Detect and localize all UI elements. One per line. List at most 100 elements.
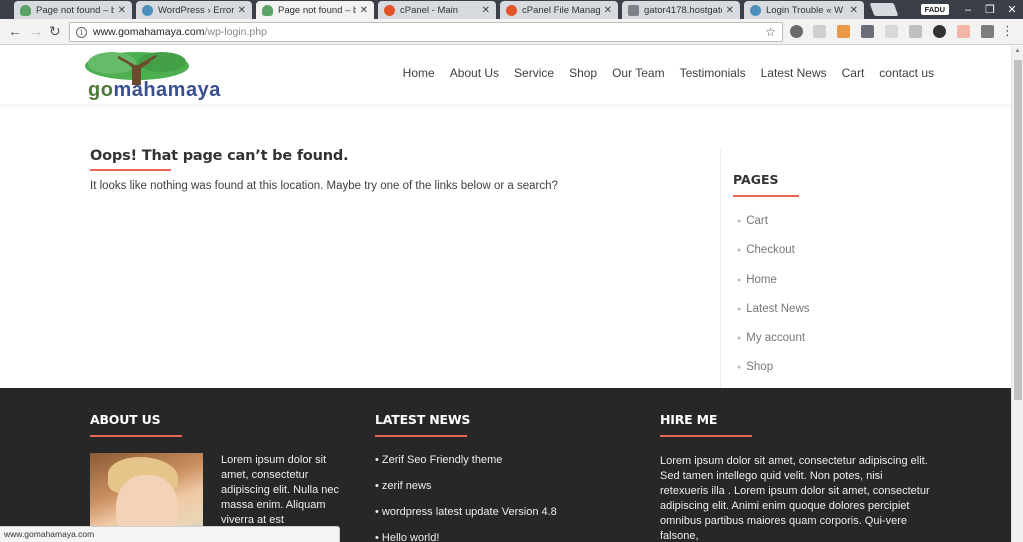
sidebar-item-cart[interactable]: ● Cart [737,215,810,244]
nav-service[interactable]: Service [514,66,554,80]
gear-extension-icon[interactable] [933,25,946,38]
tab-title: Page not found – b [36,4,114,16]
site-footer: ABOUT US Lorem ipsum dolor sit amet, con… [0,388,1011,542]
sidebar-title: PAGES [733,172,779,187]
wordpress-extension-icon[interactable] [790,25,803,38]
sidebar-title-underline [733,195,799,197]
nav-cart[interactable]: Cart [842,66,865,80]
news-item[interactable]: • Zerif Seo Friendly theme [375,454,557,480]
maximize-icon[interactable]: ❐ [979,3,1001,16]
logo-prefix: go [88,79,114,101]
bullet-icon: ● [737,218,742,225]
scroll-up-icon[interactable]: ▲ [1012,48,1023,54]
image-extension-icon[interactable] [909,25,922,38]
close-icon[interactable]: ✕ [238,5,246,16]
news-item[interactable]: • Hello world! [375,532,557,542]
close-icon[interactable]: ✕ [726,5,734,16]
browser-tab[interactable]: cPanel File Manage ✕ [500,1,618,19]
puzzle-extension-icon[interactable] [981,25,994,38]
site-logo[interactable]: gomahamaya [82,51,287,102]
sidebar-item-latest-news[interactable]: ● Latest News [737,303,810,332]
copy-extension-icon[interactable] [813,25,826,38]
sidebar-item-home[interactable]: ● Home [737,274,810,303]
bullet-icon: ● [737,305,742,313]
news-item[interactable]: • zerif news [375,480,557,506]
browser-tab[interactable]: Login Trouble « W ✕ [744,1,864,19]
page-title: Oops! That page can’t be found. [90,148,349,164]
news-item-label: wordpress latest update Version 4.8 [381,506,557,518]
menu-kebab-icon[interactable]: ⋮ [1001,24,1014,37]
new-tab-button[interactable] [869,3,899,16]
sidebar-pages: PAGES ● Cart ● Checkout ● Home ● Latest News… [720,149,1011,389]
browser-tab[interactable]: Page not found – b ✕ [14,1,132,19]
tree-icon [20,4,31,16]
close-icon[interactable]: ✕ [604,5,612,16]
footer-about-title: ABOUT US [90,412,161,427]
news-item-label: zerif news [381,480,432,492]
page-viewport: gomahamaya Home About Us Service Shop Ou… [0,46,1011,542]
close-icon[interactable]: ✕ [482,5,490,16]
sidebar-item-shop[interactable]: ● Shop [737,361,810,390]
nav-our-team[interactable]: Our Team [612,66,664,80]
site-header: gomahamaya Home About Us Service Shop Ou… [0,46,1011,104]
address-bar[interactable]: i www.gomahamaya.com/wp-login.php ☆ [69,22,783,42]
browser-tab-active[interactable]: Page not found – b ✕ [256,1,374,19]
server-icon [628,4,639,16]
tab-title: Page not found – b [278,4,356,16]
sidebar-item-label: My account [746,332,806,345]
info-icon[interactable]: i [76,26,87,38]
sidebar-item-label: Home [746,273,777,286]
sidebar-item-label: Latest News [746,302,810,315]
footer-hire-underline [660,435,752,437]
minimize-icon[interactable]: – [957,4,979,16]
browser-tab-strip: Page not found – b ✕ WordPress › Error ✕… [0,0,1023,19]
nav-about-us[interactable]: About Us [450,66,499,80]
bullet-icon: ● [737,247,742,255]
url-host: www.gomahamaya.com [93,26,205,38]
close-window-icon[interactable]: ✕ [1001,3,1023,16]
nav-contact-us[interactable]: contact us [879,66,934,80]
calendar-extension-icon[interactable] [957,25,970,38]
tab-title: cPanel - Main [400,4,459,16]
sidebar-item-label: Shop [746,361,774,374]
feed-extension-icon[interactable] [837,25,850,38]
close-icon[interactable]: ✕ [360,5,368,16]
bullet-icon: ● [737,276,742,284]
close-icon[interactable]: ✕ [850,5,858,16]
nav-testimonials[interactable]: Testimonials [680,66,746,80]
sidebar-item-my-account[interactable]: ● My account [737,332,810,361]
logo-wordmark: gomahamaya [88,79,221,102]
tree-icon [262,4,273,16]
browser-tab[interactable]: gator4178.hostgato ✕ [622,1,740,19]
news-item-label: Zerif Seo Friendly theme [381,454,503,466]
news-item-label: Hello world! [381,532,440,542]
error-content: Oops! That page can’t be found. It looks… [90,148,710,192]
nav-shop[interactable]: Shop [569,66,597,80]
tab-title: Login Trouble « W [766,4,844,16]
window-controls: FADU – ❐ ✕ [920,0,1023,19]
status-url-bubble: www.gomahamaya.com [0,526,340,542]
tab-title: WordPress › Error [158,4,234,16]
list-extension-icon[interactable] [885,25,898,38]
page-scrollbar[interactable]: ▲ [1011,46,1023,542]
scrollbar-thumb[interactable] [1014,60,1022,400]
footer-news-title: LATEST NEWS [375,412,471,427]
nav-latest-news[interactable]: Latest News [761,66,827,80]
forward-arrow-icon[interactable]: → [29,24,43,38]
close-icon[interactable]: ✕ [118,5,126,16]
browser-tab[interactable]: cPanel - Main ✕ [378,1,496,19]
browser-tab[interactable]: WordPress › Error ✕ [136,1,252,19]
eyedropper-extension-icon[interactable] [861,25,874,38]
error-message: It looks like nothing was found at this … [90,180,558,192]
wordpress-icon [750,4,761,16]
footer-news-underline [375,435,467,437]
news-item[interactable]: • wordpress latest update Version 4.8 [375,506,557,532]
sidebar-item-checkout[interactable]: ● Checkout [737,244,810,273]
logo-name: mahamaya [113,79,221,101]
nav-home[interactable]: Home [403,66,435,80]
reload-icon[interactable]: ↻ [49,24,61,38]
footer-about-text: Lorem ipsum dolor sit amet, consectetur … [221,454,340,526]
profile-badge[interactable]: FADU [920,4,949,15]
back-arrow-icon[interactable]: ← [8,24,22,38]
bookmark-star-icon[interactable]: ☆ [765,25,776,39]
